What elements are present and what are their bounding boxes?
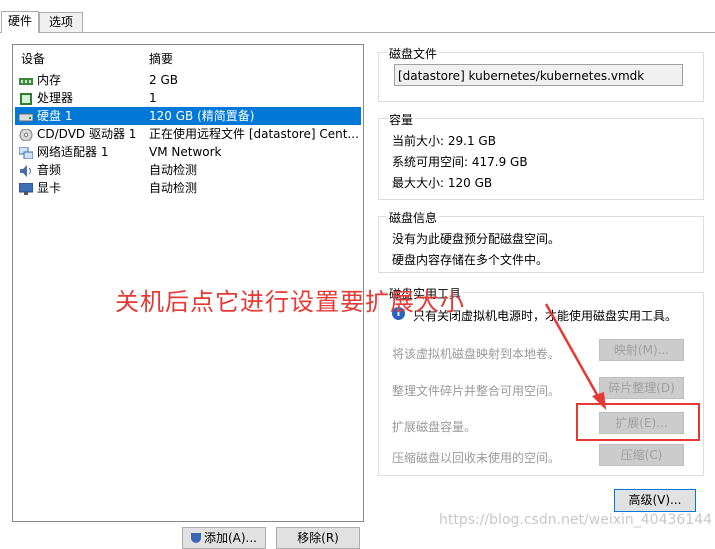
annotation-arrow xyxy=(544,303,606,410)
display-icon xyxy=(18,182,34,195)
device-summary: 120 GB (精简置备) xyxy=(149,109,255,123)
device-row-audio[interactable]: 音频 自动检测 xyxy=(15,161,361,179)
add-button-label: 添加(A)... xyxy=(203,531,258,545)
device-name: 硬盘 1 xyxy=(37,109,73,123)
tab-bar: 硬件 选项 xyxy=(0,0,715,33)
column-header-device[interactable]: 设备 xyxy=(21,50,45,67)
disk-info-group: 磁盘信息 没有为此硬盘预分配磁盘空间。 硬盘内容存储在多个文件中。 xyxy=(378,209,704,273)
disk-info-title: 磁盘信息 xyxy=(387,209,440,226)
device-summary: 1 xyxy=(149,91,157,105)
max-size-text: 最大大小: 120 GB xyxy=(392,176,493,190)
cd-dvd-icon xyxy=(19,128,33,142)
memory-icon xyxy=(19,74,33,86)
device-name: 显卡 xyxy=(37,181,62,195)
device-name: CD/DVD 驱动器 1 xyxy=(37,127,137,141)
device-summary: 自动检测 xyxy=(149,181,198,195)
hard-disk-icon xyxy=(18,110,34,122)
device-row-processor[interactable]: 处理器 1 xyxy=(15,89,361,107)
device-row-network-adapter[interactable]: 网络适配器 1 VM Network xyxy=(15,143,361,161)
disk-file-field[interactable]: [datastore] kubernetes/kubernetes.vmdk xyxy=(394,64,683,86)
device-summary: 自动检测 xyxy=(149,163,198,177)
advanced-button[interactable]: 高级(V)... xyxy=(614,489,696,512)
device-row-memory[interactable]: 内存 2 GB xyxy=(15,71,361,89)
annotation-text: 关机后点它进行设置要扩展大小 xyxy=(115,288,465,316)
compact-button[interactable]: 压缩(C) xyxy=(599,444,684,466)
device-name: 音频 xyxy=(37,163,62,177)
watermark-text: https://blog.csdn.net/weixin_40436144 xyxy=(439,512,713,528)
defrag-label: 整理文件碎片并整合可用空间。 xyxy=(392,384,561,398)
tab-hardware[interactable]: 硬件 xyxy=(1,11,39,33)
device-row-display[interactable]: 显卡 自动检测 xyxy=(15,179,361,197)
column-header-summary[interactable]: 摘要 xyxy=(149,50,173,67)
current-size-text: 当前大小: 29.1 GB xyxy=(392,134,496,148)
disk-file-title: 磁盘文件 xyxy=(387,45,440,62)
audio-icon xyxy=(19,164,33,177)
compact-label: 压缩磁盘以回收未使用的空间。 xyxy=(392,451,561,465)
add-button[interactable]: 添加(A)... xyxy=(182,527,266,549)
system-free-text: 系统可用空间: 417.9 GB xyxy=(392,155,528,169)
device-name: 网络适配器 1 xyxy=(37,145,109,159)
device-row-hard-disk[interactable]: 硬盘 1 120 GB (精简置备) xyxy=(15,107,361,125)
device-summary: 正在使用远程文件 [datastore] Cent... xyxy=(149,127,359,141)
disk-info-line1: 没有为此硬盘预分配磁盘空间。 xyxy=(392,232,561,246)
device-name: 内存 xyxy=(37,73,62,87)
capacity-group: 容量 当前大小: 29.1 GB 系统可用空间: 417.9 GB 最大大小: … xyxy=(378,111,704,200)
map-label: 将该虚拟机磁盘映射到本地卷。 xyxy=(392,347,561,361)
expand-label: 扩展磁盘容量。 xyxy=(392,420,477,434)
device-summary: VM Network xyxy=(149,145,222,159)
annotation-highlight-box xyxy=(576,403,700,441)
device-name: 处理器 xyxy=(37,91,74,105)
disk-info-line2: 硬盘内容存储在多个文件中。 xyxy=(392,253,549,267)
shield-icon xyxy=(190,533,201,543)
device-row-cd-dvd[interactable]: CD/DVD 驱动器 1 正在使用远程文件 [datastore] Cent..… xyxy=(15,125,361,143)
device-summary: 2 GB xyxy=(149,73,178,87)
tab-options[interactable]: 选项 xyxy=(39,12,83,33)
cpu-icon xyxy=(19,92,33,105)
network-adapter-icon xyxy=(18,146,34,160)
capacity-title: 容量 xyxy=(387,111,416,128)
remove-button[interactable]: 移除(R) xyxy=(276,527,360,549)
